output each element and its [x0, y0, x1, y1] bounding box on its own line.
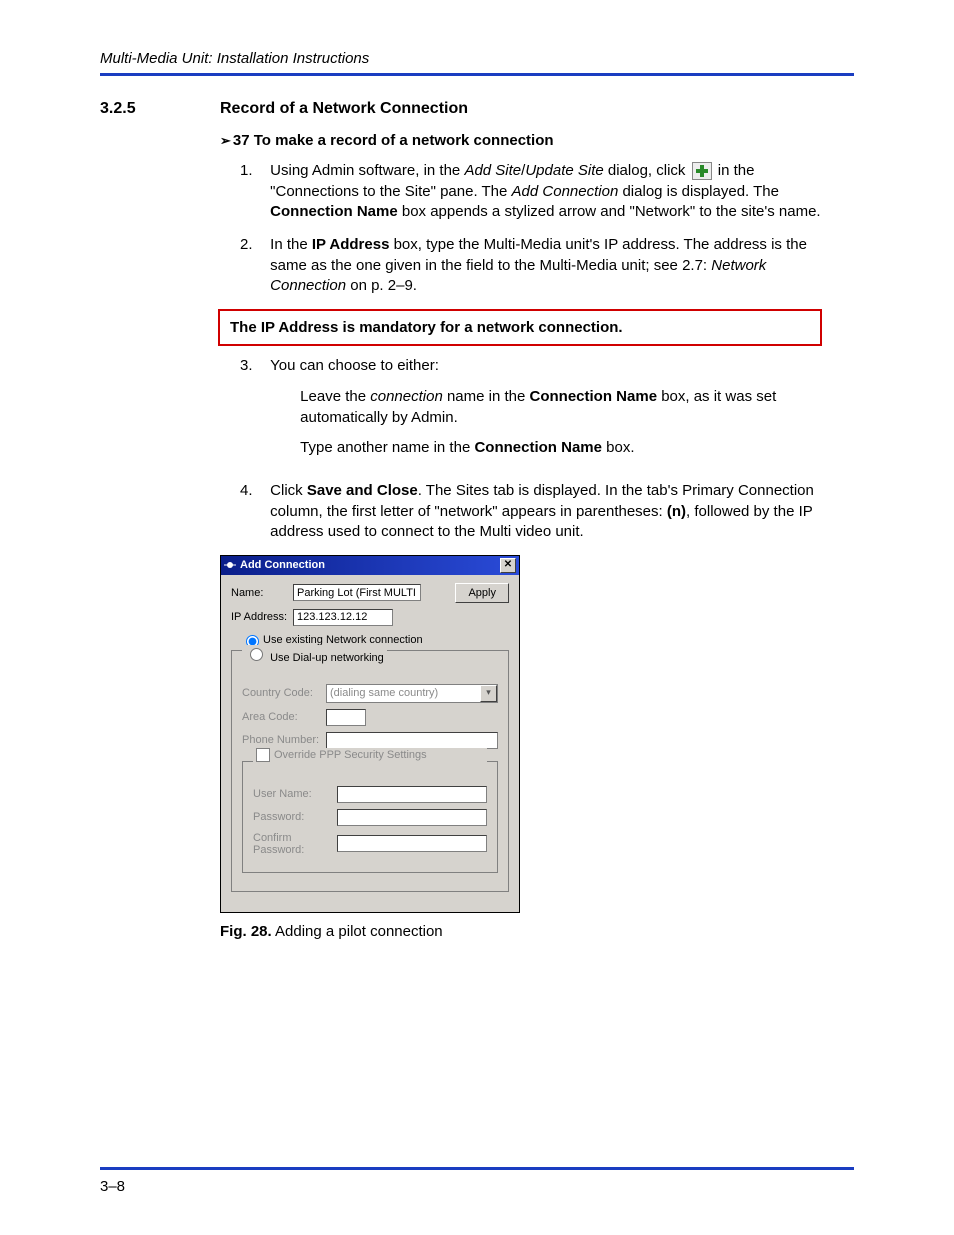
country-code-select[interactable]: (dialing same country) ▾ — [326, 684, 498, 703]
dialup-group: Use Dial-up networking Country Code: (di… — [231, 650, 509, 892]
bold: Connection Name — [530, 388, 658, 405]
ip-input[interactable] — [293, 609, 393, 626]
section-title: Record of a Network Connection — [220, 100, 468, 118]
username-label: User Name: — [253, 788, 337, 800]
confirm-password-input[interactable] — [337, 835, 487, 852]
section-number: 3.2.5 — [100, 100, 220, 118]
name-row: Name: Apply — [231, 583, 509, 603]
dialog-icon — [224, 559, 236, 571]
password-input[interactable] — [337, 809, 487, 826]
ip-label: IP Address: — [231, 611, 293, 623]
step-number: 1. — [240, 161, 266, 182]
footer-rule — [100, 1167, 854, 1170]
text: Leave the — [300, 388, 370, 405]
step-body: You can choose to either: Leave the conn… — [270, 356, 830, 469]
procedure-title: 37 To make a record of a network connect… — [233, 132, 554, 149]
step-body: Using Admin software, in the Add Site/Up… — [270, 161, 830, 223]
plus-icon — [692, 162, 712, 180]
radio-dialup-label: Use Dial-up networking — [270, 652, 384, 664]
bold: IP Address — [312, 236, 390, 253]
step-number: 2. — [240, 235, 266, 256]
figure-text: Adding a pilot connection — [272, 923, 443, 940]
step-number: 4. — [240, 481, 266, 502]
italic: Update Site — [525, 162, 603, 179]
override-ppp-checkbox[interactable] — [256, 748, 270, 762]
name-label: Name: — [231, 587, 293, 599]
text: dialog is displayed. The — [618, 183, 779, 200]
text: In the — [270, 236, 312, 253]
name-input[interactable] — [293, 584, 421, 601]
running-header: Multi-Media Unit: Installation Instructi… — [100, 50, 854, 67]
procedure-heading: ➢37 To make a record of a network connec… — [220, 132, 854, 149]
step-4: 4. Click Save and Close. The Sites tab i… — [240, 481, 854, 543]
sub-paragraph: Type another name in the Connection Name… — [300, 438, 830, 459]
username-input[interactable] — [337, 786, 487, 803]
text: box appends a stylized arrow and "Networ… — [398, 203, 821, 220]
area-code-label: Area Code: — [242, 711, 326, 723]
step-body: In the IP Address box, type the Multi-Me… — [270, 235, 830, 297]
text: dialog, click — [604, 162, 690, 179]
step-1: 1. Using Admin software, in the Add Site… — [240, 161, 854, 223]
figure-caption: Fig. 28. Adding a pilot connection — [220, 923, 854, 940]
step-list-cont: 3. You can choose to either: Leave the c… — [240, 356, 854, 543]
page-number: 3–8 — [100, 1178, 854, 1195]
select-value: (dialing same country) — [330, 687, 438, 699]
text: Type another name in the — [300, 439, 474, 456]
step-2: 2. In the IP Address box, type the Multi… — [240, 235, 854, 297]
text: box. — [602, 439, 635, 456]
phone-number-row: Phone Number: — [242, 732, 498, 749]
bold: Connection Name — [474, 439, 602, 456]
confirm-password-row: Confirm Password: — [253, 832, 487, 856]
close-button[interactable]: ✕ — [500, 558, 516, 573]
page: Multi-Media Unit: Installation Instructi… — [0, 0, 954, 1235]
username-row: User Name: — [253, 786, 487, 803]
step-body: Click Save and Close. The Sites tab is d… — [270, 481, 830, 543]
section-heading: 3.2.5 Record of a Network Connection — [100, 100, 854, 118]
add-connection-dialog: Add Connection ✕ Name: Apply IP Address:… — [220, 555, 520, 913]
figure-number: Fig. 28. — [220, 923, 272, 940]
sub-paragraph: Leave the connection name in the Connect… — [300, 387, 830, 428]
apply-button[interactable]: Apply — [455, 583, 509, 603]
override-ppp-row[interactable]: Override PPP Security Settings — [253, 748, 487, 762]
country-code-label: Country Code: — [242, 687, 326, 699]
step-3: 3. You can choose to either: Leave the c… — [240, 356, 854, 469]
step-number: 3. — [240, 356, 266, 377]
italic: Add Site — [464, 162, 521, 179]
dialog-body: Name: Apply IP Address: Use existing Net… — [221, 575, 519, 912]
italic: connection — [370, 388, 443, 405]
step-list: 1. Using Admin software, in the Add Site… — [240, 161, 854, 297]
page-footer: 3–8 — [100, 1167, 854, 1195]
bold: Connection Name — [270, 203, 398, 220]
warning-box: The IP Address is mandatory for a networ… — [218, 309, 822, 346]
password-label: Password: — [253, 811, 337, 823]
confirm-password-label: Confirm Password: — [253, 832, 337, 856]
dialog-title: Add Connection — [240, 559, 500, 571]
phone-number-input[interactable] — [326, 732, 498, 749]
arrow-icon: ➢ — [220, 133, 231, 148]
radio-dialup-input[interactable] — [250, 648, 263, 661]
password-row: Password: — [253, 809, 487, 826]
header-rule — [100, 73, 854, 76]
text: Click — [270, 482, 307, 499]
text: on p. 2–9. — [346, 277, 417, 294]
ip-row: IP Address: — [231, 609, 509, 626]
chevron-down-icon: ▾ — [480, 685, 497, 702]
phone-number-label: Phone Number: — [242, 734, 326, 746]
override-ppp-label: Override PPP Security Settings — [274, 749, 427, 761]
text: name in the — [443, 388, 530, 405]
ppp-group: Override PPP Security Settings User Name… — [242, 761, 498, 873]
text: Using Admin software, in the — [270, 162, 464, 179]
area-code-input[interactable] — [326, 709, 366, 726]
italic: Add Connection — [512, 183, 619, 200]
text: You can choose to either: — [270, 357, 439, 374]
dialog-titlebar: Add Connection ✕ — [221, 556, 519, 575]
bold: Save and Close — [307, 482, 418, 499]
bold: (n) — [667, 503, 686, 520]
area-code-row: Area Code: — [242, 709, 498, 726]
country-code-row: Country Code: (dialing same country) ▾ — [242, 684, 498, 703]
radio-dialup[interactable]: Use Dial-up networking — [242, 645, 387, 664]
